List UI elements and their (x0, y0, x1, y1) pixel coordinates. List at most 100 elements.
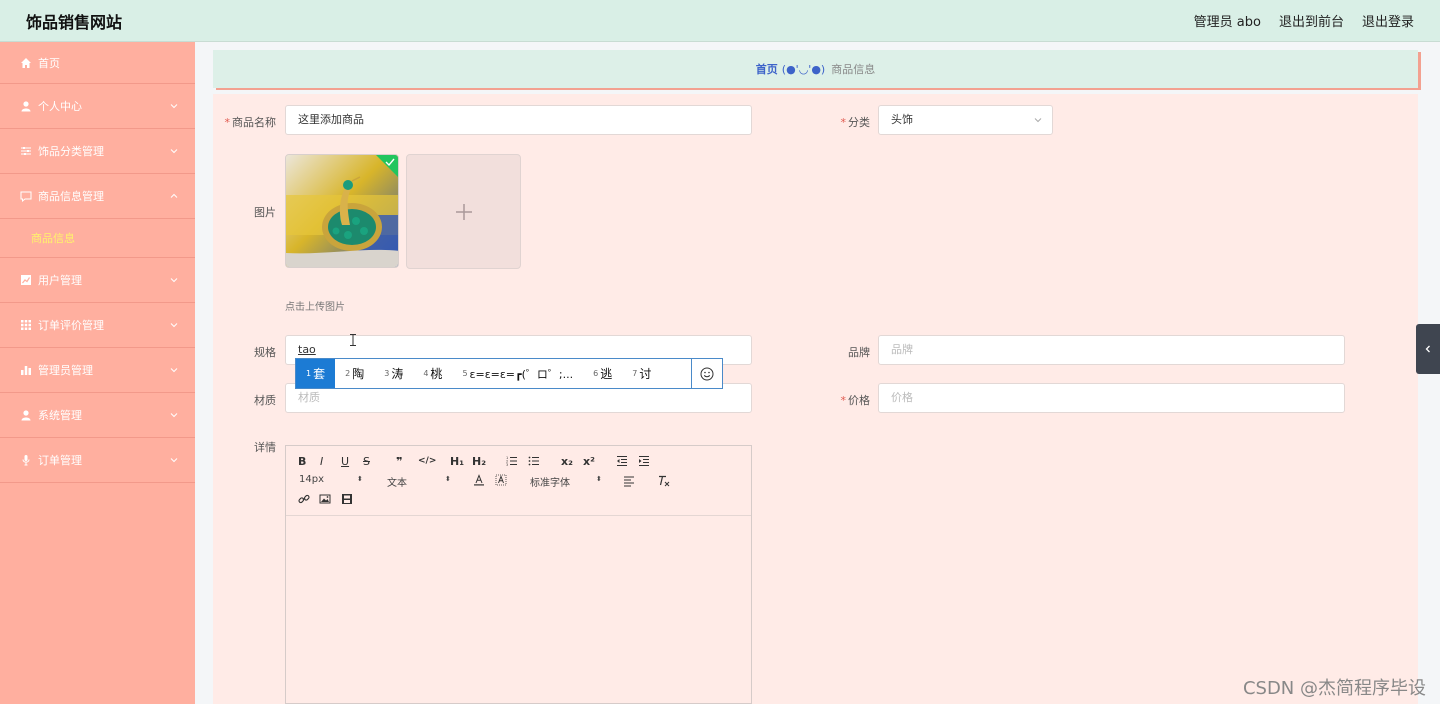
clear-format-icon[interactable] (657, 475, 670, 487)
ordered-list-icon[interactable]: 123 (506, 455, 518, 467)
sidebar-item-label: 订单管理 (38, 454, 82, 467)
chevron-down-icon (1034, 118, 1042, 123)
spec-value: tao (298, 343, 316, 356)
header-links: 管理员 abo 退出到前台 退出登录 (1194, 11, 1414, 30)
text-style-select[interactable]: 文本 ⬍ (387, 474, 451, 489)
sidebar-item-home[interactable]: 首页 (0, 42, 195, 84)
brand-label: 品牌 (848, 346, 870, 359)
chart-icon (20, 274, 32, 286)
video-icon[interactable] (341, 493, 353, 505)
top-bar: 饰品销售网站 管理员 abo 退出到前台 退出登录 (0, 0, 1440, 42)
align-icon[interactable] (623, 475, 635, 487)
ime-candidate[interactable]: 3涛 (374, 359, 413, 388)
blockquote-button[interactable]: ❞ (396, 455, 402, 468)
select-arrows-icon: ⬍ (445, 475, 451, 483)
grid-icon (20, 319, 32, 331)
sidebar-item-product-info[interactable]: 商品信息管理 (0, 174, 195, 219)
editor-toolbar: B I U S ❞ </> H₁ H₂ 123 x₂ x² 14px ⬍ 文本 ⬍ … (286, 446, 751, 516)
uploaded-image[interactable] (285, 154, 399, 268)
sidebar-item-label: 饰品分类管理 (38, 145, 104, 158)
sidebar-item-system[interactable]: 系统管理 (0, 393, 195, 438)
chevron-down-icon (170, 104, 178, 109)
italic-button[interactable]: I (320, 455, 323, 468)
category-value: 头饰 (891, 113, 913, 126)
code-button[interactable]: </> (418, 456, 436, 466)
ime-candidate[interactable]: 7讨 (622, 359, 661, 388)
product-name-input[interactable]: 这里添加商品 (285, 105, 752, 135)
side-panel-toggle[interactable] (1416, 324, 1440, 374)
name-label: * 商品名称 (224, 116, 277, 129)
brand-input[interactable]: 品牌 (878, 335, 1345, 365)
exit-to-front-link[interactable]: 退出到前台 (1279, 11, 1344, 30)
sidebar-item-category[interactable]: 饰品分类管理 (0, 129, 195, 174)
rich-text-editor: B I U S ❞ </> H₁ H₂ 123 x₂ x² 14px ⬍ 文本 ⬍ … (285, 445, 752, 704)
material-label: 材质 (254, 394, 276, 407)
sidebar-item-users[interactable]: 用户管理 (0, 258, 195, 303)
bold-button[interactable]: B (298, 455, 306, 468)
font-color-icon[interactable] (473, 474, 485, 486)
sidebar-item-orders[interactable]: 订单管理 (0, 438, 195, 483)
text-cursor-icon (350, 334, 356, 346)
outdent-icon[interactable] (616, 455, 628, 467)
home-icon (20, 57, 32, 69)
chevron-down-icon (170, 458, 178, 463)
breadcrumb-current: 商品信息 (831, 63, 876, 76)
strike-button[interactable]: S (363, 455, 370, 468)
site-title: 饰品销售网站 (26, 13, 123, 32)
font-size-select[interactable]: 14px ⬍ (299, 474, 363, 485)
price-input[interactable]: 价格 (878, 383, 1345, 413)
ime-candidate-bar: 1套 2陶 3涛 4桃 5 ε=ε=ε=┏(゜ロ゜;... 6逃 7讨 (295, 358, 723, 389)
upload-hint: 点击上传图片 (285, 302, 345, 313)
upload-success-check-icon (376, 155, 398, 177)
ime-candidate[interactable]: 5 ε=ε=ε=┏(゜ロ゜;... (452, 359, 583, 388)
spec-label: 规格 (254, 346, 276, 359)
image-icon[interactable] (319, 493, 331, 505)
user-icon (20, 409, 32, 421)
microphone-icon (20, 454, 32, 466)
bullet-list-icon[interactable] (528, 455, 540, 467)
chevron-down-icon (170, 323, 178, 328)
sidebar: 首页 个人中心 饰品分类管理 商品信息管理 商品信息 用户管理 订单评价管理 管… (0, 42, 195, 704)
sliders-icon (20, 145, 32, 157)
sidebar-item-order-reviews[interactable]: 订单评价管理 (0, 303, 195, 348)
subscript-button[interactable]: x₂ (561, 455, 573, 468)
sidebar-item-label: 个人中心 (38, 100, 82, 113)
breadcrumb-home[interactable]: 首页 (756, 61, 778, 77)
detail-label: 详情 (254, 441, 276, 454)
admin-username[interactable]: 管理员 abo (1194, 11, 1261, 30)
chevron-down-icon (170, 278, 178, 283)
add-image-button[interactable] (406, 154, 521, 269)
emoji-icon[interactable] (691, 359, 722, 388)
sidebar-item-label: 订单评价管理 (38, 319, 104, 332)
ime-candidate[interactable]: 6逃 (583, 359, 622, 388)
sidebar-item-profile[interactable]: 个人中心 (0, 84, 195, 129)
sidebar-item-label: 首页 (38, 56, 60, 70)
link-icon[interactable] (298, 493, 310, 505)
h1-button[interactable]: H₁ (450, 455, 464, 468)
ime-candidate[interactable]: 1套 (296, 359, 336, 388)
editor-content-area[interactable] (286, 517, 751, 703)
chevron-down-icon (170, 149, 178, 154)
sidebar-item-label: 用户管理 (38, 274, 82, 287)
chevron-left-icon (1425, 345, 1430, 353)
user-icon (20, 100, 32, 112)
ime-candidate[interactable]: 4桃 (413, 359, 452, 388)
ime-candidate[interactable]: 2陶 (335, 359, 374, 388)
breadcrumb: 首页 (●'◡'●) 商品信息 (213, 50, 1418, 88)
bar-chart-icon (20, 364, 32, 376)
superscript-button[interactable]: x² (583, 455, 595, 468)
sidebar-item-label: 系统管理 (38, 409, 82, 422)
sidebar-item-label: 管理员管理 (38, 364, 93, 377)
sidebar-subitem-product-info[interactable]: 商品信息 (0, 219, 195, 258)
underline-button[interactable]: U (341, 455, 349, 468)
category-select[interactable]: 头饰 (878, 105, 1053, 135)
chevron-up-icon (170, 193, 178, 198)
plus-icon (455, 203, 472, 220)
chevron-down-icon (170, 413, 178, 418)
logout-link[interactable]: 退出登录 (1362, 11, 1414, 30)
h2-button[interactable]: H₂ (472, 455, 486, 468)
indent-icon[interactable] (638, 455, 650, 467)
sidebar-item-admins[interactable]: 管理员管理 (0, 348, 195, 393)
font-family-select[interactable]: 标准字体 ⬍ (530, 474, 602, 489)
background-color-icon[interactable] (495, 474, 507, 486)
